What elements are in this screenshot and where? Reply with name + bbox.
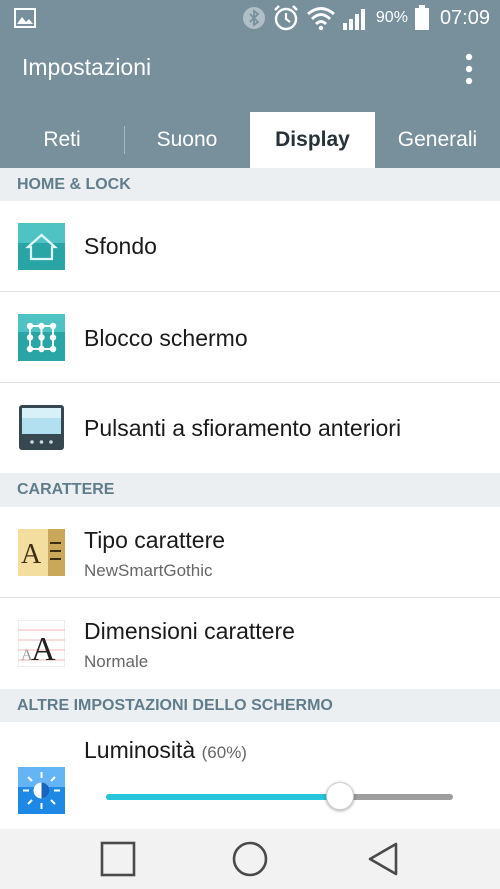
setting-title: Blocco schermo (84, 325, 248, 351)
overflow-menu-icon[interactable] (464, 52, 474, 86)
tab-display[interactable]: Display (250, 112, 375, 168)
setting-luminosita: Luminosità (60%) (0, 722, 500, 829)
section-header-carattere: CARATTERE (0, 473, 500, 507)
brightness-slider[interactable] (106, 794, 453, 800)
tab-bar: Reti Suono Display Generali (0, 104, 500, 168)
font-size-icon: A A (18, 620, 65, 667)
tab-generali[interactable]: Generali (375, 112, 500, 168)
setting-sfondo[interactable]: Sfondo (0, 201, 500, 292)
status-bar: 90% 07:09 (0, 0, 500, 36)
recents-button[interactable] (98, 839, 138, 879)
page-title: Impostazioni (22, 54, 152, 80)
setting-value: NewSmartGothic (84, 561, 213, 580)
app-bar: Impostazioni (0, 36, 500, 104)
home-button[interactable] (230, 839, 270, 879)
brightness-percent: (60%) (201, 743, 247, 762)
brightness-slider-thumb[interactable] (326, 782, 354, 810)
setting-pulsanti-sfioramento[interactable]: Pulsanti a sfioramento anteriori (0, 383, 500, 473)
alarm-icon (274, 5, 298, 31)
image-icon (14, 8, 36, 28)
tab-suono[interactable]: Suono (125, 112, 249, 168)
brightness-icon (18, 767, 65, 814)
wifi-icon (307, 7, 335, 31)
setting-dimensioni-carattere[interactable]: A A Dimensioni carattere Normale (0, 598, 500, 689)
section-header-home-lock: HOME & LOCK (0, 168, 500, 201)
setting-value: Normale (84, 652, 149, 671)
home-wallpaper-icon (18, 223, 65, 270)
setting-tipo-carattere[interactable]: A Tipo carattere NewSmartGothic (0, 507, 500, 598)
navigation-bar (0, 829, 500, 889)
setting-title: Dimensioni carattere (84, 618, 295, 644)
clock: 07:09 (439, 6, 490, 29)
brightness-slider-fill (106, 794, 340, 800)
setting-title: Tipo carattere (84, 527, 226, 553)
setting-blocco-schermo[interactable]: Blocco schermo (0, 292, 500, 383)
bluetooth-icon (242, 7, 265, 29)
section-header-altre-impostazioni: ALTRE IMPOSTAZIONI DELLO SCHERMO (0, 689, 500, 722)
font-type-icon: A (18, 529, 65, 576)
signal-icon (342, 9, 365, 30)
brightness-title: Luminosità (84, 737, 196, 763)
battery-percent: 90% (375, 9, 408, 26)
touch-buttons-icon (19, 405, 64, 450)
battery-icon (414, 5, 429, 30)
svg-text:A: A (31, 631, 56, 667)
tab-reti[interactable]: Reti (0, 112, 124, 168)
setting-title: Sfondo (84, 233, 157, 259)
pattern-lock-icon (18, 314, 65, 361)
back-button[interactable] (364, 839, 404, 879)
setting-title: Pulsanti a sfioramento anteriori (84, 415, 402, 441)
brightness-title-row: Luminosità (60%) (84, 737, 247, 764)
svg-text:A: A (21, 539, 42, 570)
